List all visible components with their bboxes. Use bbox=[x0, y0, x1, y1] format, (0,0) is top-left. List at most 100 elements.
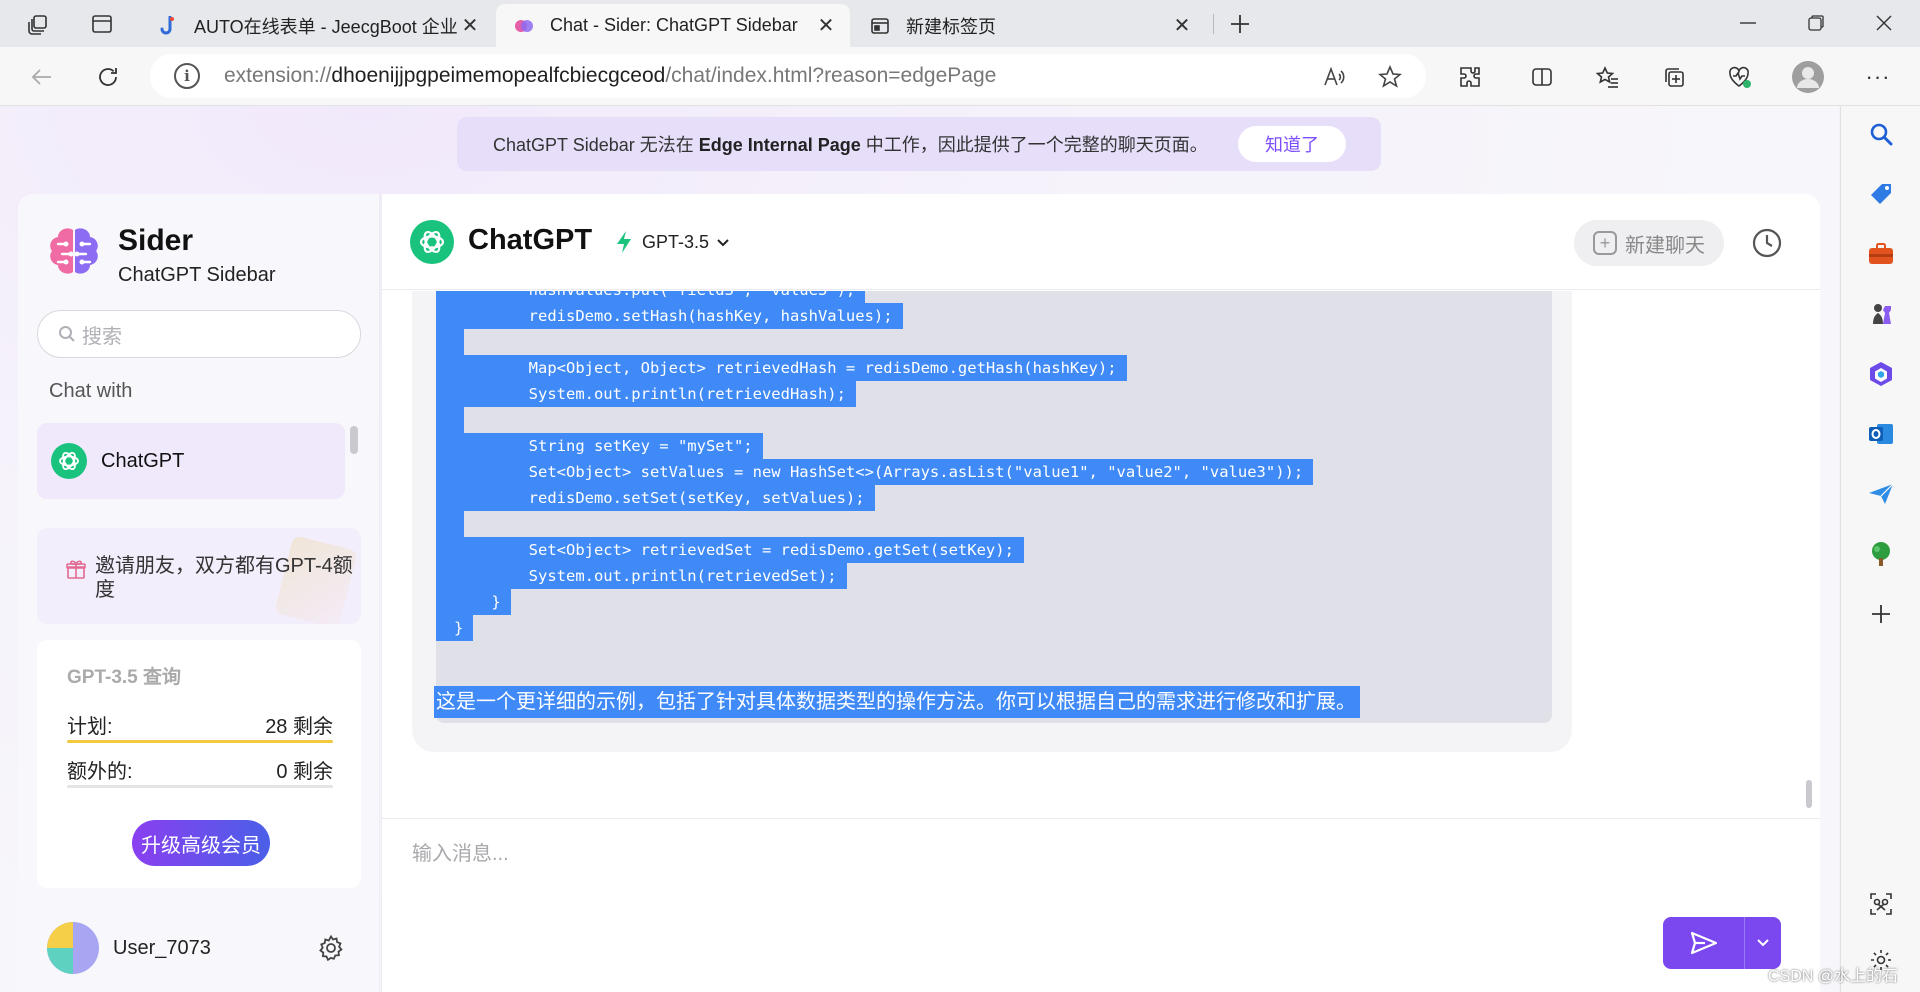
quota-title: GPT-3.5 查询 bbox=[67, 667, 182, 688]
chat-title: ChatGPT bbox=[468, 224, 593, 256]
close-tab-icon[interactable]: ✕ bbox=[814, 13, 838, 38]
quota-extra-label: 额外的: bbox=[67, 761, 133, 783]
favorites-icon[interactable] bbox=[1590, 59, 1626, 95]
more-menu-icon[interactable]: ··· bbox=[1860, 59, 1896, 95]
workspaces-icon[interactable] bbox=[22, 8, 54, 40]
gift-icon bbox=[66, 560, 86, 579]
tree-icon[interactable] bbox=[1863, 536, 1899, 572]
close-tab-icon[interactable]: ✕ bbox=[458, 13, 482, 38]
games-chess-icon[interactable] bbox=[1863, 296, 1899, 332]
banner-dismiss-button[interactable]: 知道了 bbox=[1238, 126, 1346, 162]
shopping-tag-icon[interactable] bbox=[1863, 176, 1899, 212]
chat-with-heading: Chat with bbox=[49, 380, 133, 402]
chatgpt-logo-icon bbox=[410, 220, 454, 264]
brand-subtitle: ChatGPT Sidebar bbox=[118, 264, 276, 286]
send-button-group bbox=[1663, 917, 1781, 969]
new-tab-plus-icon[interactable] bbox=[1224, 8, 1256, 40]
code-line-text: redisDemo.setHash(hashKey, hashValues); bbox=[436, 303, 903, 329]
tab-title: AUTO在线表单 - JeecgBoot 企业 bbox=[194, 16, 458, 37]
code-line bbox=[436, 329, 1552, 355]
csdn-watermark: CSDN @水上的石 bbox=[1768, 968, 1899, 985]
code-line-text bbox=[436, 329, 464, 355]
tab-new-tab[interactable]: 新建标签页 ✕ bbox=[852, 4, 1206, 47]
microsoft-365-icon[interactable] bbox=[1863, 356, 1899, 392]
new-tab-favicon-icon bbox=[870, 16, 890, 36]
quota-extra-row: 额外的: 0 剩余 bbox=[67, 755, 333, 784]
message-input[interactable] bbox=[412, 837, 1612, 877]
quota-plan-label: 计划: bbox=[67, 716, 113, 738]
tab-title: 新建标签页 bbox=[906, 16, 996, 37]
code-line-text: String setKey = "mySet"; bbox=[436, 433, 763, 459]
code-line-text bbox=[436, 511, 464, 537]
code-line: System.out.println(retrievedHash); bbox=[436, 381, 1552, 407]
outlook-icon[interactable] bbox=[1863, 416, 1899, 452]
site-info-icon[interactable]: i bbox=[174, 63, 200, 89]
quota-plan-bar bbox=[67, 740, 333, 743]
avatar bbox=[47, 922, 99, 974]
code-line-text: redisDemo.setSet(setKey, setValues); bbox=[436, 485, 875, 511]
code-line-text: Map<Object, Object> retrievedHash = redi… bbox=[436, 355, 1127, 381]
new-chat-button[interactable]: + 新建聊天 bbox=[1574, 220, 1724, 266]
chat-main-area: ChatGPT GPT-3.5 + 新建聊天 hashValues.put("f… bbox=[381, 194, 1821, 992]
user-profile[interactable]: User_7073 bbox=[47, 922, 357, 974]
minimize-icon[interactable] bbox=[1720, 0, 1776, 46]
code-line: redisDemo.setHash(hashKey, hashValues); bbox=[436, 303, 1552, 329]
read-aloud-icon[interactable] bbox=[1320, 63, 1348, 91]
quota-plan-row: 计划: 28 剩余 bbox=[67, 710, 333, 739]
chat-header: ChatGPT GPT-3.5 + 新建聊天 bbox=[382, 194, 1821, 290]
split-screen-icon[interactable] bbox=[1524, 59, 1560, 95]
code-line: } bbox=[436, 589, 1552, 615]
code-line-text bbox=[436, 407, 464, 433]
tab-title: Chat - Sider: ChatGPT Sidebar bbox=[550, 15, 798, 35]
close-window-icon[interactable] bbox=[1856, 0, 1912, 46]
quota-extra-bar bbox=[67, 785, 333, 788]
address-bar[interactable]: i extension://dhoenijjpgpeimemopealfcbie… bbox=[150, 54, 1426, 98]
tab-sider-chat[interactable]: Chat - Sider: ChatGPT Sidebar ✕ bbox=[496, 4, 850, 47]
model-label: GPT-3.5 bbox=[642, 231, 710, 252]
message-scrollbar[interactable] bbox=[1806, 780, 1812, 808]
search-icon[interactable] bbox=[1863, 116, 1899, 152]
history-clock-icon[interactable] bbox=[1750, 226, 1784, 260]
drop-send-icon[interactable] bbox=[1863, 476, 1899, 512]
tab-jeecg[interactable]: AUTO在线表单 - JeecgBoot 企业 ✕ bbox=[140, 4, 494, 47]
sider-left-panel: Sider ChatGPT Sidebar 搜索 Chat with ChatG… bbox=[18, 194, 380, 992]
quota-card: GPT-3.5 查询 计划: 28 剩余 额外的: 0 剩余 升级高级会员 bbox=[37, 640, 361, 888]
close-tab-icon[interactable]: ✕ bbox=[1170, 13, 1194, 38]
add-sidebar-app-icon[interactable] bbox=[1863, 596, 1899, 632]
refresh-icon[interactable] bbox=[90, 59, 126, 95]
screenshot-capture-icon[interactable] bbox=[1863, 886, 1899, 922]
send-icon bbox=[1690, 931, 1717, 955]
code-line-text: } bbox=[436, 589, 511, 615]
bot-item-label: ChatGPT bbox=[101, 449, 185, 472]
model-selector[interactable]: GPT-3.5 bbox=[614, 228, 729, 256]
favorite-star-icon[interactable] bbox=[1376, 63, 1404, 91]
profile-avatar-icon[interactable] bbox=[1790, 59, 1826, 95]
sider-brain-logo-icon bbox=[50, 228, 98, 274]
search-input[interactable]: 搜索 bbox=[37, 310, 361, 358]
restore-icon[interactable] bbox=[1788, 0, 1844, 46]
username: User_7073 bbox=[113, 936, 211, 959]
extensions-icon[interactable] bbox=[1452, 59, 1488, 95]
code-line: Set<Object> setValues = new HashSet<>(Ar… bbox=[436, 459, 1552, 485]
code-block: hashValues.put("field3", "value3"); redi… bbox=[436, 291, 1552, 723]
code-line-text: hashValues.put("field3", "value3"); bbox=[436, 291, 866, 303]
quota-extra-value: 0 剩余 bbox=[276, 761, 333, 783]
code-line bbox=[436, 511, 1552, 537]
bot-item-chatgpt[interactable]: ChatGPT bbox=[37, 423, 345, 499]
code-line bbox=[436, 407, 1552, 433]
collections-icon[interactable] bbox=[1656, 59, 1692, 95]
vertical-tabs-icon[interactable] bbox=[86, 8, 118, 40]
gear-icon[interactable] bbox=[317, 934, 345, 962]
banner-text: ChatGPT Sidebar 无法在 Edge Internal Page 中… bbox=[493, 135, 1208, 155]
browser-toolbar: i extension://dhoenijjpgpeimemopealfcbie… bbox=[0, 47, 1920, 106]
invite-friends-card[interactable]: 邀请朋友，双方都有GPT-4额度 bbox=[37, 528, 361, 624]
new-chat-plus-icon: + bbox=[1593, 231, 1617, 255]
back-arrow-icon[interactable] bbox=[24, 59, 60, 95]
message-list: hashValues.put("field3", "value3"); redi… bbox=[382, 291, 1821, 813]
upgrade-premium-button[interactable]: 升级高级会员 bbox=[132, 820, 270, 866]
bot-list-scrollbar[interactable] bbox=[350, 426, 358, 454]
browser-essentials-icon[interactable] bbox=[1722, 59, 1758, 95]
brand-name: Sider bbox=[118, 224, 194, 257]
tools-briefcase-icon[interactable] bbox=[1863, 236, 1899, 272]
send-button[interactable] bbox=[1663, 917, 1745, 969]
